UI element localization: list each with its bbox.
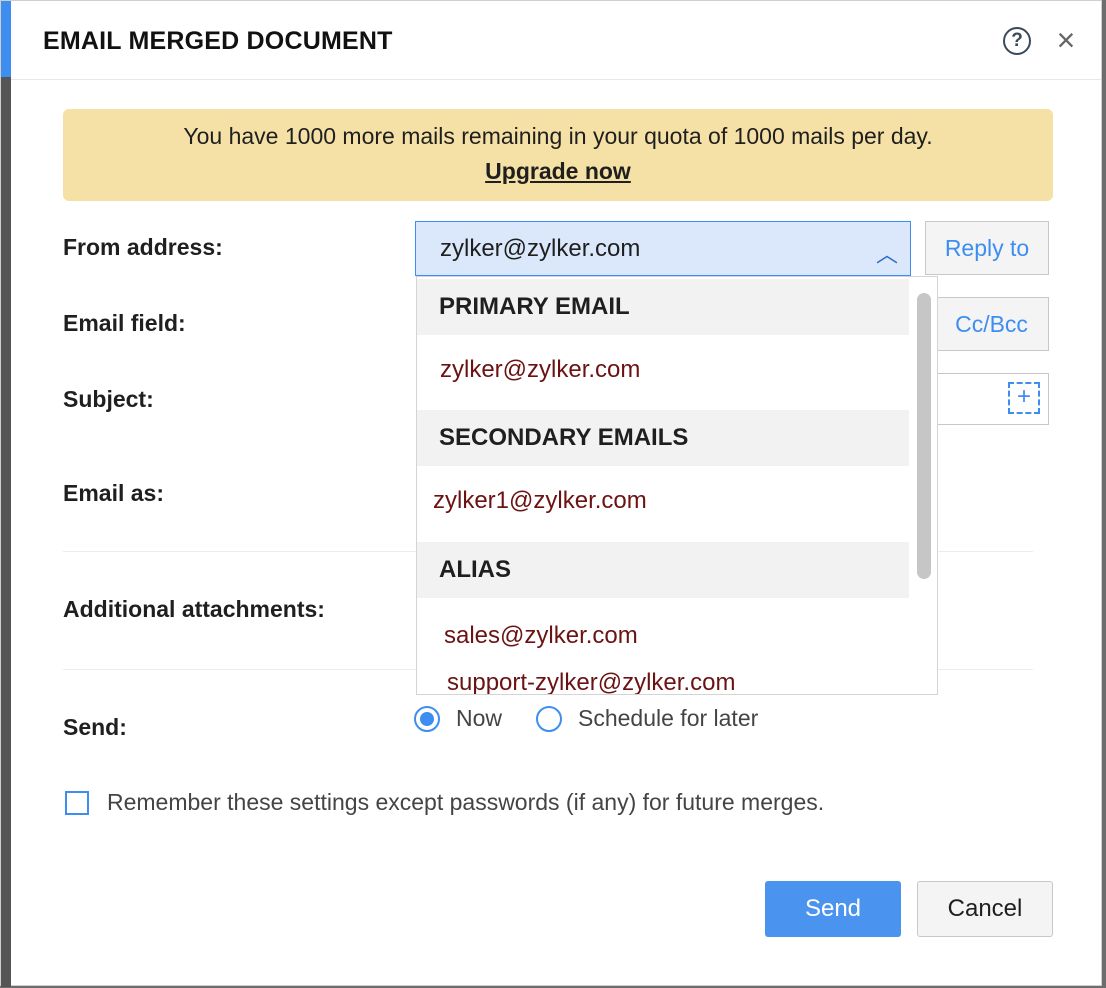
- insert-field-icon[interactable]: +: [1008, 382, 1040, 414]
- close-icon[interactable]: ×: [1053, 24, 1079, 56]
- dropdown-option[interactable]: support-zylker@zylker.com: [447, 669, 735, 694]
- dropdown-option[interactable]: zylker1@zylker.com: [433, 487, 647, 515]
- dropdown-scrollbar[interactable]: [917, 293, 931, 579]
- from-address-select[interactable]: zylker@zylker.com ︿: [415, 221, 911, 276]
- cancel-button[interactable]: Cancel: [917, 881, 1053, 937]
- subject-input[interactable]: +: [935, 373, 1049, 425]
- question-circle-icon[interactable]: ?: [1003, 27, 1031, 55]
- send-now-radio[interactable]: [414, 706, 440, 732]
- remember-settings-label: Remember these settings except passwords…: [107, 789, 825, 815]
- cc-bcc-button[interactable]: Cc/Bcc: [935, 297, 1049, 351]
- email-field-label: Email field:: [63, 310, 186, 336]
- email-as-label: Email as:: [63, 480, 164, 506]
- chevron-up-icon: ︿: [875, 242, 898, 267]
- dropdown-group-header: ALIAS: [417, 542, 909, 598]
- upgrade-now-link[interactable]: Upgrade now: [485, 158, 631, 185]
- send-button[interactable]: Send: [765, 881, 901, 937]
- reply-to-button[interactable]: Reply to: [925, 221, 1049, 275]
- dropdown-option[interactable]: sales@zylker.com: [444, 622, 638, 650]
- additional-attachments-label: Additional attachments:: [63, 596, 325, 622]
- quota-banner: You have 1000 more mails remaining in yo…: [63, 109, 1053, 201]
- dialog-accent-bar: [1, 1, 11, 77]
- dialog-title: EMAIL MERGED DOCUMENT: [43, 27, 393, 55]
- from-address-value: zylker@zylker.com: [440, 235, 641, 262]
- schedule-later-radio[interactable]: [536, 706, 562, 732]
- background-strip: [1, 77, 11, 987]
- subject-label: Subject:: [63, 386, 154, 412]
- send-label: Send:: [63, 714, 127, 740]
- schedule-later-label: Schedule for later: [578, 705, 759, 731]
- remember-settings-checkbox[interactable]: [65, 791, 89, 815]
- dropdown-group-header: PRIMARY EMAIL: [417, 279, 909, 335]
- from-address-dropdown: PRIMARY EMAIL zylker@zylker.com SECONDAR…: [416, 276, 938, 695]
- email-merged-document-dialog: EMAIL MERGED DOCUMENT ? × You have 1000 …: [0, 0, 1102, 987]
- quota-message: You have 1000 more mails remaining in yo…: [183, 123, 933, 149]
- send-now-label: Now: [456, 705, 503, 731]
- dialog-header: EMAIL MERGED DOCUMENT ? ×: [11, 1, 1101, 80]
- dropdown-option[interactable]: zylker@zylker.com: [440, 356, 640, 384]
- from-address-label: From address:: [63, 234, 223, 260]
- dropdown-group-header: SECONDARY EMAILS: [417, 410, 909, 466]
